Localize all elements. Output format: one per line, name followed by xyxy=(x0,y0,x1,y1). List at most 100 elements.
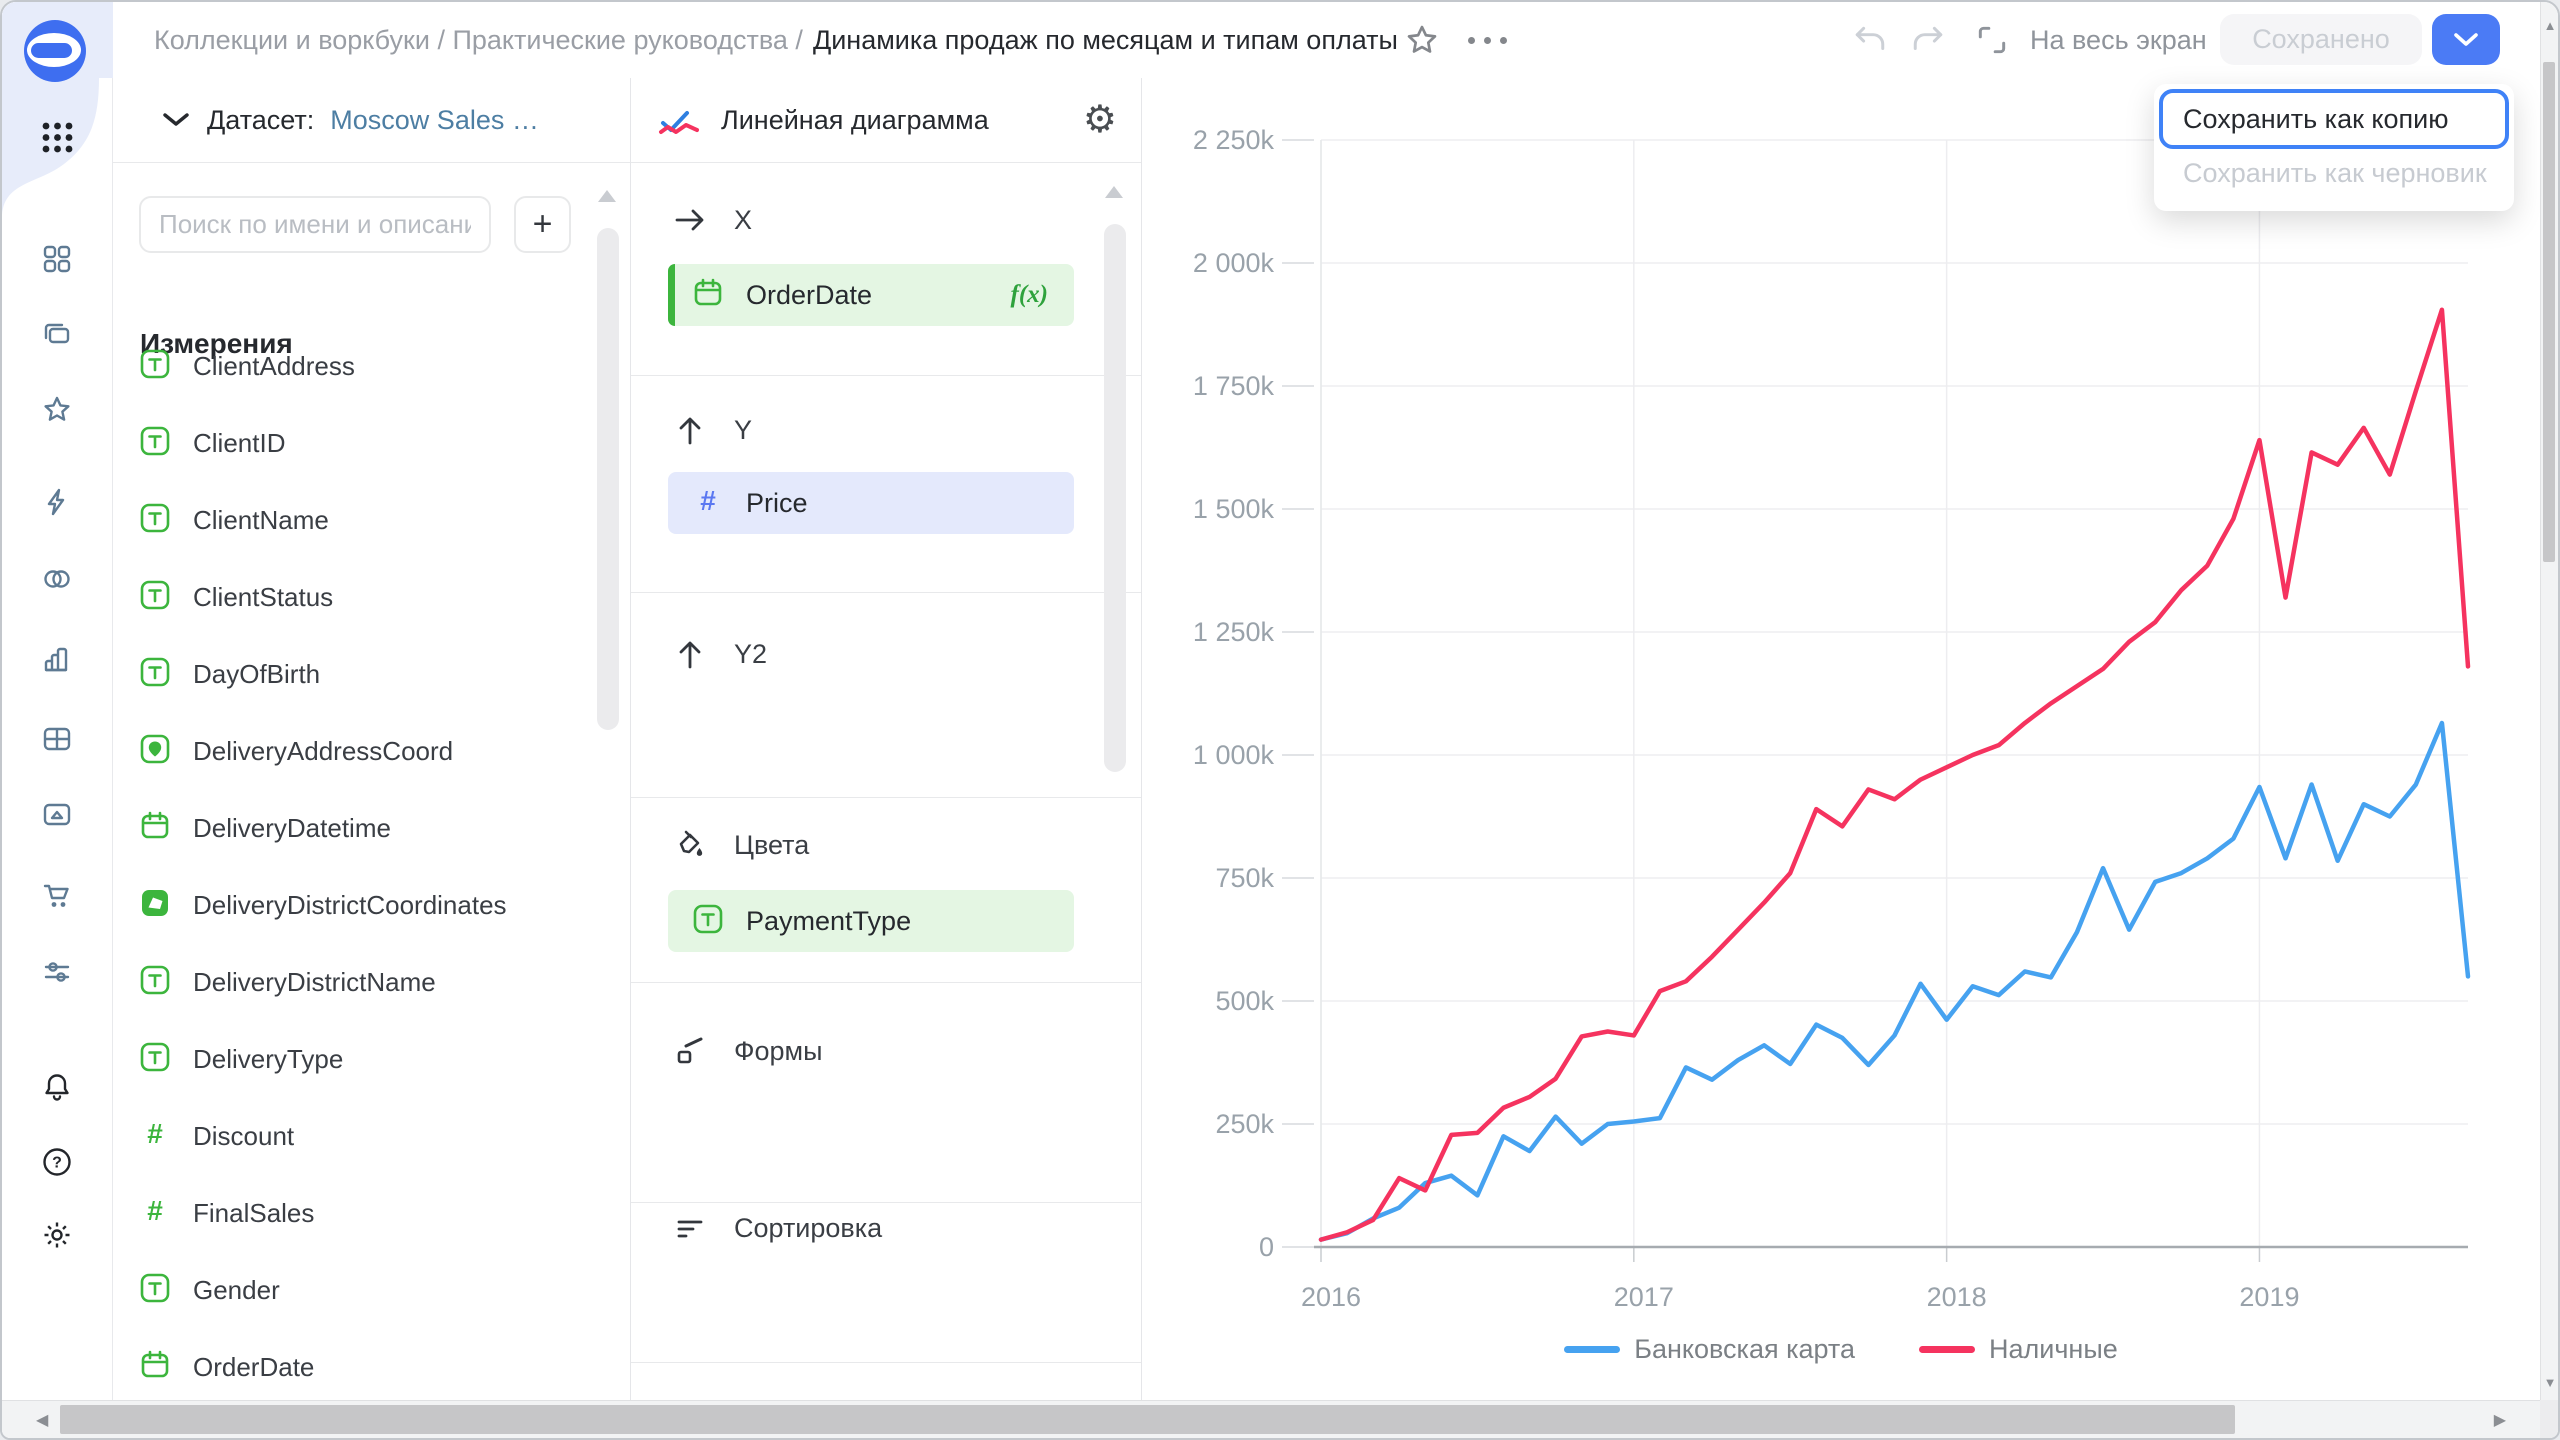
dataset-panel-scrollbar[interactable] xyxy=(597,228,619,730)
chart-type-label[interactable]: Линейная диаграмма xyxy=(721,105,989,136)
nav-favorites-icon[interactable] xyxy=(41,394,73,426)
scroll-left-arrow-icon[interactable]: ◀ xyxy=(36,1401,48,1439)
svg-text:750k: 750k xyxy=(1215,863,1274,893)
dataset-field-row[interactable]: ClientStatus xyxy=(139,577,579,617)
add-field-button[interactable]: + xyxy=(514,196,571,253)
dataset-panel: Датасет: Moscow Sales … + Измерения Clie… xyxy=(113,78,631,1400)
legend-item[interactable]: Банковская карта xyxy=(1564,1334,1855,1365)
help-icon[interactable]: ? xyxy=(41,1146,73,1178)
date-field-icon xyxy=(139,1349,171,1386)
formula-fx-icon[interactable]: f(x) xyxy=(1011,281,1048,309)
section-y2-label: Y2 xyxy=(734,639,767,670)
chevron-down-icon[interactable] xyxy=(161,111,191,129)
nav-charts-icon[interactable] xyxy=(41,643,73,675)
text-field-icon xyxy=(139,502,171,539)
datalens-logo[interactable] xyxy=(24,20,86,82)
section-x-label: X xyxy=(734,205,752,236)
nav-datasets-icon[interactable] xyxy=(41,563,73,595)
chart-type-header: Линейная диаграмма ⚙ xyxy=(631,78,1141,163)
scroll-down-arrow-icon[interactable]: ▼ xyxy=(2541,1375,2559,1390)
text-field-icon xyxy=(139,656,171,693)
field-name: FinalSales xyxy=(193,1198,314,1229)
field-search-input[interactable] xyxy=(139,196,491,253)
fullscreen-label[interactable]: На весь экран xyxy=(2030,2,2207,78)
config-panel-scrollbar[interactable] xyxy=(1104,224,1126,772)
field-name: ClientName xyxy=(193,505,329,536)
dataset-field-row[interactable]: Gender xyxy=(139,1270,579,1310)
dataset-field-row[interactable]: ClientID xyxy=(139,423,579,463)
dataset-field-row[interactable]: DayOfBirth xyxy=(139,654,579,694)
saved-button[interactable]: Сохранено xyxy=(2220,14,2422,65)
scroll-up-arrow-icon[interactable]: ▲ xyxy=(2541,18,2559,33)
horizontal-scrollbar[interactable]: ◀ ▶ xyxy=(2,1400,2540,1438)
field-chip-orderdate[interactable]: OrderDate f(x) xyxy=(668,264,1074,326)
favorite-star-icon[interactable] xyxy=(1400,2,1444,78)
nav-dashboards-icon[interactable] xyxy=(41,243,73,275)
field-chip-paymenttype[interactable]: PaymentType xyxy=(668,890,1074,952)
dataset-field-row[interactable]: DeliveryDistrictCoordinates xyxy=(139,885,579,925)
apps-grid-icon[interactable] xyxy=(41,121,74,154)
section-sorting-label: Сортировка xyxy=(734,1213,882,1244)
field-chip-price[interactable]: # Price xyxy=(668,472,1074,534)
field-name: ClientID xyxy=(193,428,285,459)
nav-tables-icon[interactable] xyxy=(41,723,73,755)
menu-item-save-as-copy[interactable]: Сохранить как копию xyxy=(2159,89,2509,149)
chart-settings-gear-icon[interactable]: ⚙ xyxy=(1083,100,1117,140)
dataset-label: Датасет: xyxy=(207,105,314,136)
panel-scroll-up-icon[interactable] xyxy=(1105,186,1123,198)
line-chart[interactable]: 0250k500k750k1 000k1 250k1 500k1 750k2 0… xyxy=(1142,78,2540,1400)
nav-marketplace-icon[interactable] xyxy=(41,879,73,911)
field-name: DeliveryType xyxy=(193,1044,343,1075)
legend-label: Банковская карта xyxy=(1634,1334,1855,1365)
dataset-name-link[interactable]: Moscow Sales … xyxy=(330,105,539,136)
nav-collections-icon[interactable] xyxy=(41,319,73,351)
dataset-field-row[interactable]: DeliveryType xyxy=(139,1039,579,1079)
left-navigation-rail: ? xyxy=(2,2,113,1400)
date-field-icon xyxy=(139,810,171,847)
nav-service-settings-icon[interactable] xyxy=(41,956,73,988)
scroll-right-arrow-icon[interactable]: ▶ xyxy=(2494,1401,2506,1439)
dataset-field-row[interactable]: #Discount xyxy=(139,1116,579,1156)
text-field-icon xyxy=(139,579,171,616)
dataset-field-row[interactable]: OrderDate xyxy=(139,1347,579,1387)
svg-text:250k: 250k xyxy=(1215,1109,1274,1139)
notifications-bell-icon[interactable] xyxy=(41,1071,73,1103)
chip-accent-bar xyxy=(668,264,675,326)
settings-gear-icon[interactable] xyxy=(41,1219,73,1251)
nav-media-folder-icon[interactable] xyxy=(41,798,73,830)
dataset-field-row[interactable]: #FinalSales xyxy=(139,1193,579,1233)
app-window: Коллекции и воркбуки / Практические руко… xyxy=(0,0,2560,1440)
vertical-scroll-thumb[interactable] xyxy=(2543,62,2555,562)
dataset-field-row[interactable]: DeliveryDatetime xyxy=(139,808,579,848)
chart-legend: Банковская карта Наличные xyxy=(1142,1334,2540,1365)
breadcrumb-path[interactable]: Коллекции и воркбуки / Практические руко… xyxy=(154,25,803,56)
horizontal-scroll-thumb[interactable] xyxy=(60,1405,2235,1434)
nav-connections-icon[interactable] xyxy=(41,486,73,518)
legend-line-sample xyxy=(1564,1346,1620,1353)
legend-item[interactable]: Наличные xyxy=(1919,1334,2118,1365)
svg-text:#: # xyxy=(700,485,716,516)
number-icon: # xyxy=(692,485,724,522)
undo-icon[interactable] xyxy=(1850,2,1890,78)
panel-scroll-up-icon[interactable] xyxy=(598,190,616,202)
vertical-scrollbar[interactable]: ▲ ▼ xyxy=(2540,2,2558,1400)
field-name: OrderDate xyxy=(193,1352,314,1383)
section-colors: Цвета xyxy=(674,827,809,863)
more-actions-icon[interactable] xyxy=(1462,2,1512,78)
dataset-field-row[interactable]: ClientAddress xyxy=(139,346,579,386)
geopoint-field-icon xyxy=(139,733,171,770)
field-name: DayOfBirth xyxy=(193,659,320,690)
arrow-up-icon xyxy=(674,638,706,670)
text-field-icon xyxy=(139,1272,171,1309)
field-name: Gender xyxy=(193,1275,280,1306)
dataset-field-row[interactable]: DeliveryDistrictName xyxy=(139,962,579,1002)
dataset-field-row[interactable]: ClientName xyxy=(139,500,579,540)
calendar-icon xyxy=(692,277,724,314)
save-dropdown-button[interactable] xyxy=(2432,14,2500,65)
text-field-icon xyxy=(139,425,171,462)
redo-icon[interactable] xyxy=(1908,2,1948,78)
svg-text:500k: 500k xyxy=(1215,986,1274,1016)
fullscreen-icon[interactable] xyxy=(1970,2,2014,78)
field-name: ClientAddress xyxy=(193,351,355,382)
dataset-field-row[interactable]: DeliveryAddressCoord xyxy=(139,731,579,771)
